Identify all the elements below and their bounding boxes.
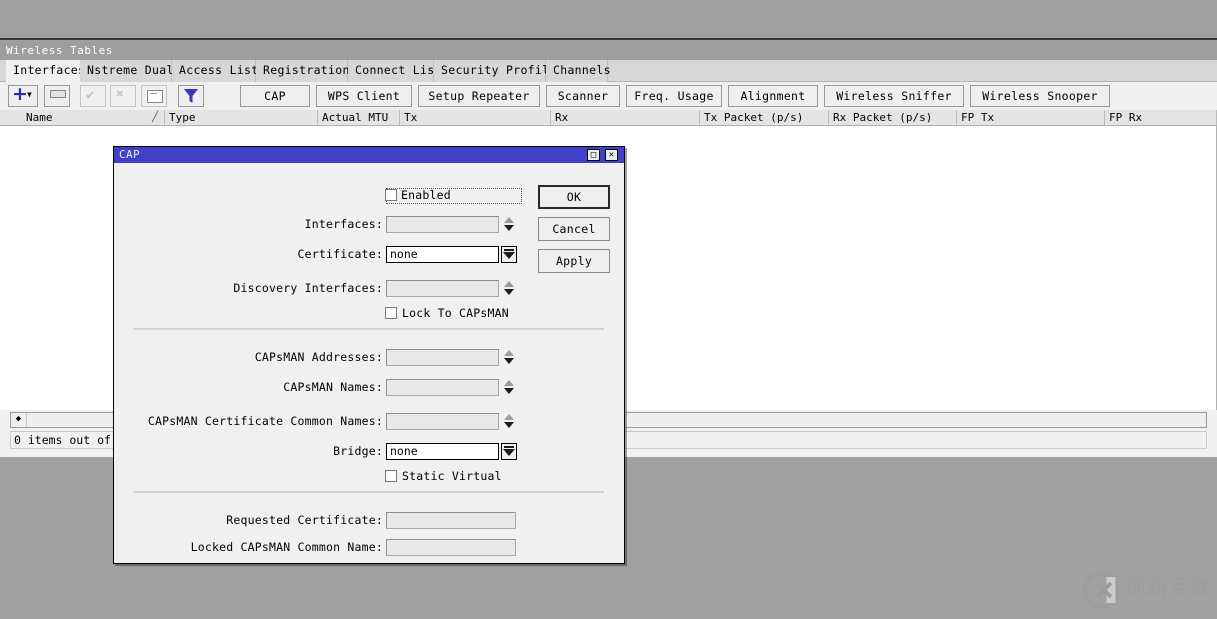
enabled-checkbox[interactable]: [385, 189, 397, 201]
toolbar-button-scanner[interactable]: Scanner: [546, 85, 620, 107]
enable-check-icon[interactable]: ✔: [80, 85, 106, 107]
capsman-addresses-spinner-up-icon[interactable]: [503, 350, 514, 357]
cap-dialog: CAP □ ✕ Enabled Interfaces: Certificate:…: [113, 146, 625, 564]
toolbar-button-freq-usage[interactable]: Freq. Usage: [626, 85, 722, 107]
tab-registration[interactable]: Registration: [256, 60, 349, 82]
capsman-cert-common-names-input[interactable]: [386, 413, 499, 430]
tab-security-profiles[interactable]: Security Profiles: [434, 60, 564, 82]
interfaces-input[interactable]: [386, 216, 499, 233]
capsman-cert-common-names-spinner[interactable]: [502, 413, 515, 430]
cap-dialog-body: Enabled Interfaces: Certificate: none Di…: [114, 163, 624, 563]
section-divider-2: [134, 491, 604, 493]
bridge-label: Bridge:: [333, 444, 383, 458]
column-header-type[interactable]: Type: [165, 110, 318, 125]
column-header-name[interactable]: Name: [22, 110, 165, 125]
interfaces-spinner[interactable]: [502, 216, 515, 233]
requested-certificate-value: [386, 512, 516, 529]
window-title: Wireless Tables: [0, 42, 1217, 60]
column-header-fp-tx[interactable]: FP Tx: [957, 110, 1105, 125]
comment-icon[interactable]: [141, 85, 167, 107]
toolbar-button-wireless-snooper[interactable]: Wireless Snooper: [970, 85, 1110, 107]
static-virtual-label: Static Virtual: [402, 469, 502, 483]
requested-certificate-label: Requested Certificate:: [226, 513, 383, 527]
capsman-cert-common-names-label: CAPsMAN Certificate Common Names:: [147, 414, 383, 428]
toolbar-button-alignment[interactable]: Alignment: [728, 85, 818, 107]
toolbar-button-wps-client[interactable]: WPS Client: [316, 85, 412, 107]
enabled-label: Enabled: [401, 188, 451, 202]
capsman-names-label: CAPsMAN Names:: [283, 380, 383, 394]
certificate-input[interactable]: none: [386, 246, 499, 263]
maximize-button[interactable]: □: [587, 149, 600, 161]
column-header-tx-packet-p-s[interactable]: Tx Packet (p/s): [700, 110, 829, 125]
sort-indicator-icon: ╱: [152, 112, 159, 123]
discovery-interfaces-spinner-down-icon[interactable]: [503, 289, 514, 296]
locked-capsman-common-name-label: Locked CAPsMAN Common Name:: [190, 540, 383, 554]
add-icon[interactable]: + ▼: [8, 83, 38, 107]
capsman-cert-spinner-up-icon[interactable]: [503, 414, 514, 421]
capsman-names-spinner-up-icon[interactable]: [503, 380, 514, 387]
toolbar-button-setup-repeater[interactable]: Setup Repeater: [418, 85, 540, 107]
capsman-names-spinner[interactable]: [502, 379, 515, 396]
capsman-names-input[interactable]: [386, 379, 499, 396]
watermark-subtext: CHUANG XIN HU LIAN: [1126, 596, 1217, 604]
toolbar-button-cap[interactable]: CAP: [240, 85, 310, 107]
tab-interfaces[interactable]: Interfaces: [6, 60, 85, 82]
column-header-rx[interactable]: Rx: [551, 110, 700, 125]
scroll-left-arrow-icon[interactable]: ◆: [11, 413, 27, 427]
locked-capsman-common-name-value: [386, 539, 516, 556]
discovery-interfaces-label: Discovery Interfaces:: [233, 281, 383, 295]
interfaces-label: Interfaces:: [304, 217, 383, 231]
disable-cross-icon[interactable]: ✖: [110, 85, 136, 107]
lock-to-capsman-checkbox[interactable]: [385, 307, 397, 319]
column-header-rx-packet-p-s[interactable]: Rx Packet (p/s): [829, 110, 957, 125]
certificate-label: Certificate:: [297, 247, 383, 261]
bridge-input[interactable]: none: [386, 443, 499, 460]
bridge-dropdown-button[interactable]: [501, 443, 517, 460]
cancel-button[interactable]: Cancel: [538, 217, 610, 241]
capsman-names-spinner-down-icon[interactable]: [503, 388, 514, 395]
toolbar-button-wireless-sniffer[interactable]: Wireless Sniffer: [824, 85, 964, 107]
screen-root: Wireless Tables Interfaces Nstreme Dual Ac…: [0, 0, 1217, 619]
column-header-actual-mtu[interactable]: Actual MTU: [318, 110, 400, 125]
toolbar: + ▼ ✔ ✖ CAP WPS Client Setup Repeater Scanner Fr…: [0, 82, 1217, 110]
remove-icon[interactable]: [44, 85, 70, 107]
lock-to-capsman-label: Lock To CAPsMAN: [402, 306, 509, 320]
discovery-interfaces-input[interactable]: [386, 280, 499, 297]
watermark: 创新互联 CHUANG XIN HU LIAN: [1081, 570, 1215, 612]
static-virtual-checkbox[interactable]: [385, 470, 397, 482]
capsman-addresses-input[interactable]: [386, 349, 499, 366]
cap-dialog-title: CAP: [114, 147, 624, 163]
certificate-dropdown-button[interactable]: [501, 246, 517, 263]
capsman-addresses-spinner-down-icon[interactable]: [503, 358, 514, 365]
capsman-addresses-spinner[interactable]: [502, 349, 515, 366]
discovery-interfaces-spinner-up-icon[interactable]: [503, 281, 514, 288]
capsman-addresses-label: CAPsMAN Addresses:: [254, 350, 383, 364]
interfaces-spinner-down-icon[interactable]: [503, 225, 514, 232]
interfaces-spinner-up-icon[interactable]: [503, 217, 514, 224]
column-header-fp-rx[interactable]: FP Rx: [1105, 110, 1217, 125]
ok-button[interactable]: OK: [538, 185, 610, 209]
discovery-interfaces-spinner[interactable]: [502, 280, 515, 297]
capsman-cert-spinner-down-icon[interactable]: [503, 422, 514, 429]
cx-logo-icon: [1083, 572, 1119, 608]
tab-access-list[interactable]: Access List: [172, 60, 258, 82]
section-divider-1: [134, 328, 604, 330]
table-column-headers: Name Type Actual MTU Tx Rx Tx Packet (p/s) Rx …: [0, 110, 1217, 126]
column-header-tx[interactable]: Tx: [400, 110, 551, 125]
apply-button[interactable]: Apply: [538, 249, 610, 273]
tab-connect-list[interactable]: Connect List: [348, 60, 441, 82]
close-button[interactable]: ✕: [605, 149, 618, 161]
filter-funnel-icon[interactable]: [178, 85, 204, 107]
tab-channels[interactable]: Channels: [546, 60, 610, 82]
desktop-top-strip: [0, 0, 1217, 40]
tab-strip: Interfaces Nstreme Dual Access List Registr…: [0, 60, 1217, 82]
tab-nstreme-dual[interactable]: Nstreme Dual: [80, 60, 173, 82]
